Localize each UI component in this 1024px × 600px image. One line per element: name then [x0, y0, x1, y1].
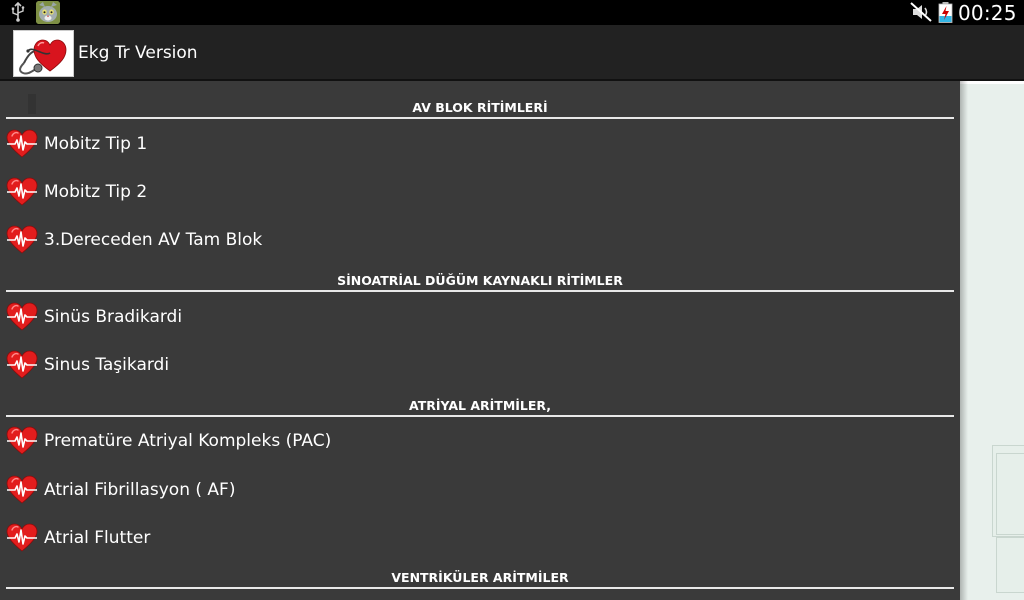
battery-charging-icon — [938, 2, 953, 23]
talking-tom-notification-icon — [36, 1, 60, 24]
list-item[interactable]: Mobitz Tip 2 — [0, 170, 954, 218]
app-title: Ekg Tr Version — [78, 43, 198, 63]
list-item[interactable]: Atrial Fibrillasyon ( AF) — [0, 468, 954, 516]
status-time: 00:25 — [958, 1, 1017, 25]
list-item-label: Prematüre Atriyal Kompleks (PAC) — [44, 431, 332, 451]
action-bar: Ekg Tr Version — [0, 25, 1024, 81]
list-item-label: Atrial Flutter — [44, 528, 151, 548]
heart-ecg-icon — [6, 474, 38, 506]
list-item-label: Sinüs Bradikardi — [44, 307, 183, 327]
section-header: AV BLOK RİTİMLERİ — [6, 91, 954, 119]
section-header-label: VENTRİKÜLER ARİTMİLER — [391, 570, 569, 585]
list-item-label: Sinus Taşikardi — [44, 355, 170, 375]
list-item[interactable]: Sinus Taşikardi — [0, 343, 954, 391]
panel-box — [996, 537, 1024, 593]
heart-ecg-icon — [6, 176, 38, 208]
mute-icon — [910, 2, 932, 22]
status-bar: 00:25 — [0, 0, 1024, 25]
heart-ecg-icon — [6, 425, 38, 457]
heart-ecg-icon — [6, 301, 38, 333]
section-header: SİNOATRİAL DÜĞÜM KAYNAKLI RİTİMLER — [6, 264, 954, 292]
usb-icon — [11, 2, 25, 22]
panel-shadow — [960, 81, 968, 600]
list-item-label: 3.Dereceden AV Tam Blok — [44, 230, 263, 250]
detail-panel — [960, 81, 1024, 600]
list-item[interactable]: 3.Dereceden AV Tam Blok — [0, 218, 954, 266]
heart-ecg-icon — [6, 522, 38, 554]
list-item[interactable]: Mobitz Tip 1 — [0, 122, 954, 170]
list-item-label: Mobitz Tip 2 — [44, 182, 148, 202]
app-logo-icon[interactable] — [13, 30, 74, 77]
list-item-label: Mobitz Tip 1 — [44, 134, 148, 154]
list-item[interactable]: Sinüs Bradikardi — [0, 295, 954, 343]
heart-ecg-icon — [6, 128, 38, 160]
list-item[interactable]: Atrial Flutter — [0, 516, 954, 564]
section-header-label: SİNOATRİAL DÜĞÜM KAYNAKLI RİTİMLER — [337, 273, 623, 288]
section-header: ATRİYAL ARİTMİLER, — [6, 389, 954, 417]
rhythm-list[interactable]: AV BLOK RİTİMLERİ Mobitz Tip 1 Mobitz Ti… — [0, 81, 960, 600]
panel-box — [996, 453, 1024, 535]
list-item[interactable]: Prematüre Atriyal Kompleks (PAC) — [0, 419, 954, 467]
heart-ecg-icon — [6, 349, 38, 381]
section-header-label: AV BLOK RİTİMLERİ — [412, 100, 548, 115]
section-header: VENTRİKÜLER ARİTMİLER — [6, 561, 954, 589]
section-header-label: ATRİYAL ARİTMİLER, — [408, 398, 552, 413]
panel-top-edge — [960, 81, 1024, 84]
heart-ecg-icon — [6, 224, 38, 256]
list-item-label: Atrial Fibrillasyon ( AF) — [44, 480, 236, 500]
